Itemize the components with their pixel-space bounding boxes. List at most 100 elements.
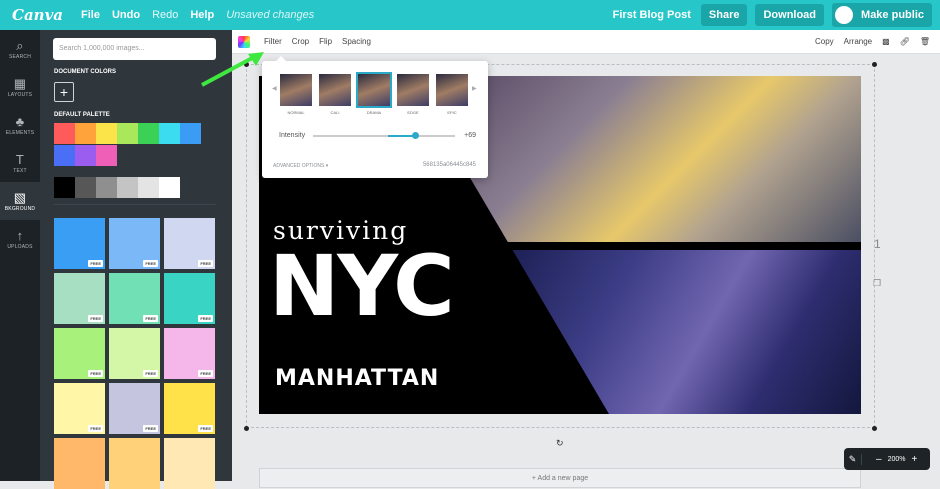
gray-swatch[interactable] — [138, 177, 159, 198]
slider-knob[interactable] — [412, 132, 419, 139]
background-tile[interactable]: FREE — [109, 383, 160, 434]
make-public-button[interactable]: Make public — [832, 3, 932, 27]
rail-text[interactable]: T TEXT — [0, 144, 40, 182]
background-tile[interactable]: FREE — [164, 218, 215, 269]
annotation-arrow-icon — [201, 52, 264, 87]
background-tile[interactable]: FREE — [109, 218, 160, 269]
intensity-slider[interactable] — [313, 132, 455, 139]
rotate-icon[interactable]: ↻ — [556, 438, 564, 449]
trash-icon[interactable]: 🗑︎ — [920, 37, 930, 46]
rail-search[interactable]: ⌕ SEARCH — [0, 30, 40, 68]
menu-file[interactable]: File — [81, 9, 100, 21]
share-button[interactable]: Share — [700, 4, 748, 26]
palette-swatch[interactable] — [159, 123, 180, 144]
zoom-control: ✎ – 200% + — [844, 448, 930, 470]
color-picker-icon[interactable] — [238, 35, 250, 48]
notes-icon[interactable]: ✎ — [844, 453, 862, 465]
background-tile[interactable]: FREE — [54, 383, 105, 434]
background-tile[interactable]: FREE — [109, 328, 160, 379]
menu-redo[interactable]: Redo — [152, 9, 178, 21]
palette-swatch[interactable] — [180, 123, 201, 144]
background-tile[interactable] — [164, 438, 215, 489]
palette-swatch[interactable] — [96, 123, 117, 144]
free-badge: FREE — [88, 315, 103, 322]
palette-swatch[interactable] — [75, 145, 96, 166]
copy-button[interactable]: Copy — [815, 37, 834, 46]
filter-thumb-normal[interactable] — [280, 74, 312, 106]
gray-swatch[interactable] — [75, 177, 96, 198]
resize-handle[interactable] — [872, 62, 877, 67]
filter-thumb-edge[interactable] — [397, 74, 429, 106]
arrange-button[interactable]: Arrange — [844, 37, 872, 46]
background-tile[interactable] — [109, 438, 160, 489]
filter-popup: ◀ NORMAL CALI DRAMA EDGE EPIC ▶ Intensit… — [262, 56, 488, 178]
text-icon: T — [15, 151, 25, 167]
duplicate-page-icon[interactable]: ❐ — [873, 278, 881, 289]
crop-button[interactable]: Crop — [292, 37, 309, 46]
headline-nyc[interactable]: NYC — [269, 236, 469, 336]
advanced-options-link[interactable]: ADVANCED OPTIONS ▾ — [273, 163, 328, 169]
rail-elements[interactable]: ♣ ELEMENTS — [0, 106, 40, 144]
download-button[interactable]: Download — [755, 4, 825, 26]
zoom-level[interactable]: 200% — [888, 456, 906, 463]
palette-swatch[interactable] — [75, 123, 96, 144]
spacing-button[interactable]: Spacing — [342, 37, 371, 46]
resize-handle[interactable] — [244, 426, 249, 431]
transparency-icon[interactable]: ▩ — [882, 37, 890, 46]
taxi-photo[interactable] — [464, 76, 861, 242]
filter-thumb-epic[interactable] — [436, 74, 468, 106]
background-tile[interactable]: FREE — [54, 328, 105, 379]
rail-background[interactable]: ▧ BKGROUND — [0, 182, 40, 220]
canva-logo[interactable]: Canva — [12, 6, 63, 24]
rail-uploads[interactable]: ↑ UPLOADS — [0, 220, 40, 258]
menu-help[interactable]: Help — [190, 9, 214, 21]
rail-layouts[interactable]: ▦ LAYOUTS — [0, 68, 40, 106]
background-tile[interactable]: FREE — [164, 328, 215, 379]
free-badge: FREE — [88, 370, 103, 377]
free-badge: FREE — [88, 425, 103, 432]
document-title[interactable]: First Blog Post — [613, 9, 691, 21]
background-tile[interactable]: FREE — [164, 383, 215, 434]
add-color-button[interactable]: + — [54, 82, 74, 102]
free-badge: FREE — [143, 260, 158, 267]
palette-swatch[interactable] — [54, 123, 75, 144]
gray-swatch[interactable] — [159, 177, 180, 198]
palette-swatch[interactable] — [54, 145, 75, 166]
menu-undo[interactable]: Undo — [112, 9, 140, 21]
rail-label: BKGROUND — [4, 205, 36, 212]
resize-handle[interactable] — [872, 426, 877, 431]
filter-thumb-cali[interactable] — [319, 74, 351, 106]
rail-label: UPLOADS — [7, 243, 33, 250]
headline-manhattan[interactable]: MANHATTAN — [275, 366, 475, 391]
rail-label: TEXT — [13, 167, 27, 174]
scroll-right-icon[interactable]: ▶ — [472, 85, 477, 92]
intensity-label: Intensity — [279, 132, 306, 139]
background-tile[interactable]: FREE — [109, 273, 160, 324]
filter-id[interactable]: 568135a06445c845 — [423, 162, 476, 168]
gray-swatch[interactable] — [96, 177, 117, 198]
filter-button[interactable]: Filter — [264, 37, 282, 46]
filter-label: CALI — [330, 110, 340, 115]
gray-swatch[interactable] — [117, 177, 138, 198]
palette-swatch[interactable] — [117, 123, 138, 144]
gray-swatch[interactable] — [54, 177, 75, 198]
palette-swatch[interactable] — [96, 145, 117, 166]
filter-label: EDGE — [407, 110, 419, 115]
image-search-input[interactable]: Search 1,000,000 images... — [53, 38, 216, 60]
background-icon: ▧ — [13, 189, 27, 205]
palette-swatch[interactable] — [138, 123, 159, 144]
add-page-button[interactable]: + Add a new page — [259, 468, 861, 488]
link-icon[interactable]: 🔗︎ — [900, 37, 910, 46]
filter-thumb-drama[interactable] — [356, 72, 392, 108]
side-rail: ⌕ SEARCH ▦ LAYOUTS ♣ ELEMENTS T TEXT ▧ B… — [0, 30, 40, 481]
zoom-out-button[interactable]: – — [876, 454, 882, 465]
rail-label: ELEMENTS — [5, 129, 35, 136]
background-tile[interactable] — [54, 438, 105, 489]
background-tile[interactable]: FREE — [164, 273, 215, 324]
elements-icon: ♣ — [15, 113, 25, 129]
background-tile[interactable]: FREE — [54, 218, 105, 269]
background-tile[interactable]: FREE — [54, 273, 105, 324]
scroll-left-icon[interactable]: ◀ — [272, 85, 277, 92]
flip-button[interactable]: Flip — [319, 37, 332, 46]
zoom-in-button[interactable]: + — [911, 454, 917, 465]
